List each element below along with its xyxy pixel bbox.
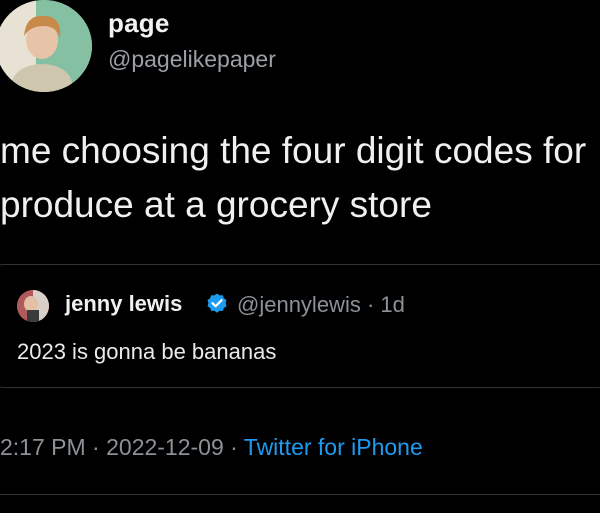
tweet: page @pagelikepaper me choosing the four… xyxy=(0,0,600,513)
tweet-meta: 2:17 PM · 2022-12-09 · Twitter for iPhon… xyxy=(0,434,423,461)
tweet-source[interactable]: Twitter for iPhone xyxy=(244,434,423,460)
tweet-text-line: me choosing the four digit codes for xyxy=(0,130,587,171)
author-handle[interactable]: @pagelikepaper xyxy=(108,46,276,73)
meta-separator: · xyxy=(223,434,244,460)
tweet-time[interactable]: 2:17 PM xyxy=(0,434,86,460)
author-avatar[interactable] xyxy=(0,0,92,92)
tweet-text-line: produce at a grocery store xyxy=(0,184,432,225)
quoted-tweet-text: 2023 is gonna be bananas xyxy=(17,339,277,364)
tweet-text: me choosing the four digit codes for pro… xyxy=(0,124,600,232)
quoted-author-avatar xyxy=(17,290,49,322)
avatar-photo-icon xyxy=(0,0,92,92)
verified-badge-icon xyxy=(207,293,227,313)
tweet-date[interactable]: 2022-12-09 xyxy=(106,434,224,460)
quoted-author-handle-time: @jennylewis · 1d xyxy=(237,292,405,317)
divider xyxy=(0,494,600,495)
quoted-author-name: jenny lewis xyxy=(65,291,183,316)
meta-separator: · xyxy=(85,434,107,460)
quoted-tweet[interactable]: jenny lewis @jennylewis · 1d 2023 is gon… xyxy=(0,264,600,388)
quoted-avatar-photo-icon xyxy=(17,290,49,322)
tweet-header: page @pagelikepaper xyxy=(0,0,600,100)
author-display-name[interactable]: page xyxy=(108,8,169,39)
